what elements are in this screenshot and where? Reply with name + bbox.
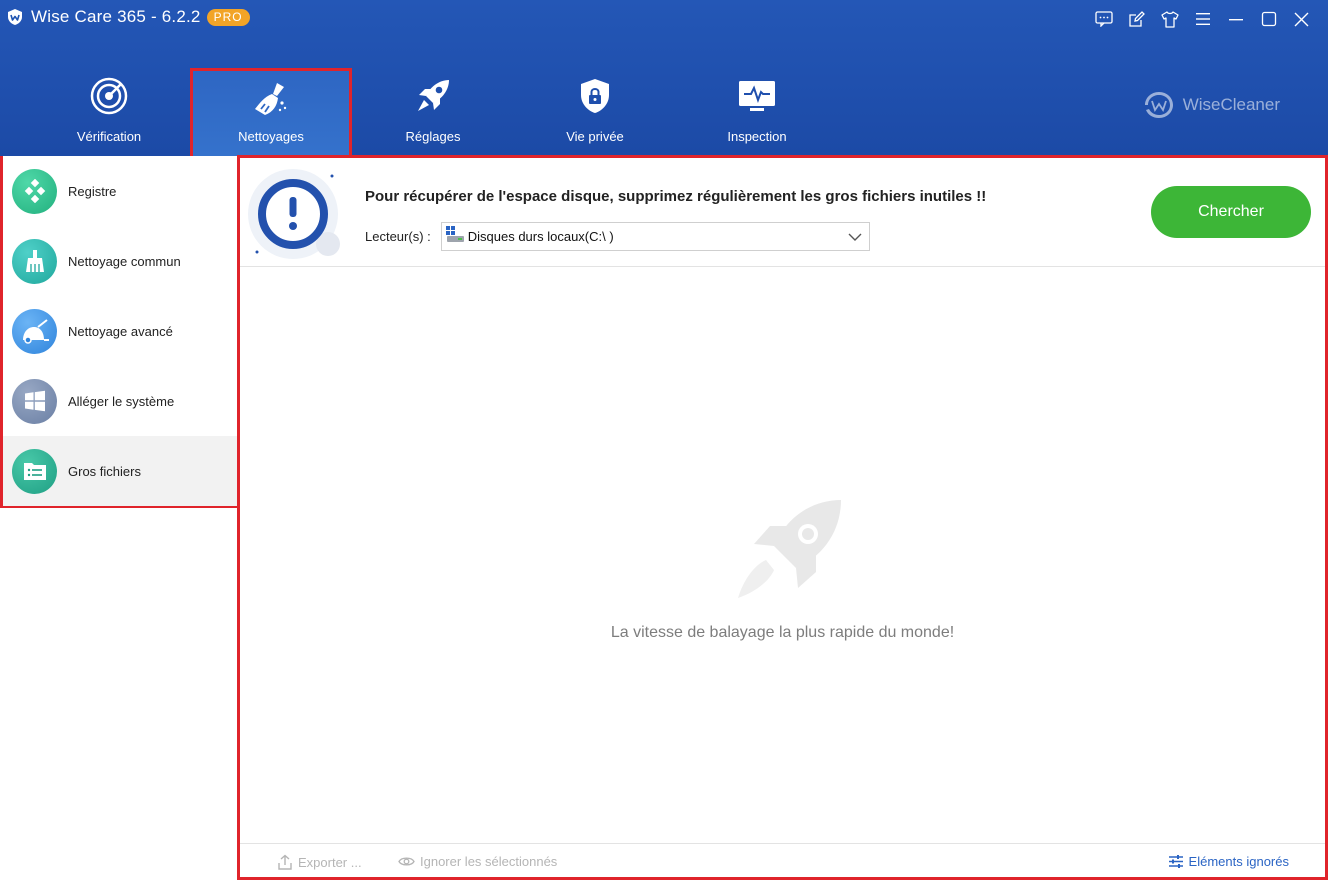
info-bar: Pour récupérer de l'espace disque, suppr… xyxy=(240,158,1325,267)
close-icon[interactable] xyxy=(1285,8,1318,30)
tab-vie-privee[interactable]: Vie privée xyxy=(514,68,676,156)
registry-icon xyxy=(12,168,57,214)
sidebar-item-label: Gros fichiers xyxy=(68,463,141,479)
drive-row: Lecteur(s) : Disques durs locaux(C:\ ) xyxy=(365,222,870,251)
shield-lock-icon xyxy=(575,74,615,118)
tab-label: Inspection xyxy=(727,129,787,144)
tab-label: Réglages xyxy=(405,129,461,144)
chevron-down-icon xyxy=(847,230,863,249)
warning-icon xyxy=(246,166,346,262)
feedback-icon[interactable] xyxy=(1087,8,1120,30)
broom-icon xyxy=(251,77,291,121)
sidebar-item-alleger-systeme[interactable]: Alléger le système xyxy=(3,366,237,436)
tab-reglages[interactable]: Réglages xyxy=(352,68,514,156)
wisecleaner-logo-icon xyxy=(1144,92,1173,118)
sidebar-item-label: Alléger le système xyxy=(68,393,175,409)
tab-inspection[interactable]: Inspection xyxy=(676,68,838,156)
wisecleaner-brand: WiseCleaner xyxy=(1143,90,1280,120)
sidebar: Registre Nettoyage commun Nettoyage avan… xyxy=(0,156,240,508)
sidebar-item-nettoyage-commun[interactable]: Nettoyage commun xyxy=(3,226,237,296)
info-message: Pour récupérer de l'espace disque, suppr… xyxy=(365,188,987,205)
minimize-icon[interactable] xyxy=(1219,8,1252,30)
edit-icon[interactable] xyxy=(1120,8,1153,30)
sidebar-item-gros-fichiers[interactable]: Gros fichiers xyxy=(3,436,237,506)
brand-name: WiseCleaner xyxy=(1182,95,1280,114)
vacuum-icon xyxy=(12,308,57,354)
tab-label: Vie privée xyxy=(566,129,624,144)
tab-label: Nettoyages xyxy=(238,129,304,144)
export-button[interactable]: Exporter ... xyxy=(277,854,362,870)
maximize-icon[interactable] xyxy=(1252,8,1285,30)
main-panel: Pour récupérer de l'espace disque, suppr… xyxy=(237,155,1328,880)
skin-tshirt-icon[interactable] xyxy=(1153,8,1186,30)
bottom-toolbar: Exporter ... Ignorer les sélectionnés El… xyxy=(240,843,1325,880)
sliders-icon xyxy=(1168,854,1184,869)
ignored-items-button[interactable]: Eléments ignorés xyxy=(1168,854,1289,869)
radar-icon xyxy=(89,74,129,118)
rocket-placeholder-icon xyxy=(726,498,846,618)
empty-state-message: La vitesse de balayage la plus rapide du… xyxy=(610,624,955,641)
file-list-icon xyxy=(12,448,57,494)
pro-badge: PRO xyxy=(206,8,250,26)
tab-nettoyages[interactable]: Nettoyages xyxy=(190,68,352,156)
tab-label: Vérification xyxy=(76,129,142,144)
export-icon xyxy=(277,854,293,870)
app-title: Wise Care 365 - 6.2.2 xyxy=(31,7,201,26)
drive-label: Lecteur(s) : xyxy=(365,229,431,244)
search-button[interactable]: Chercher xyxy=(1151,186,1311,238)
app-header: Wise Care 365 - 6.2.2 PRO Vérification N… xyxy=(0,0,1328,156)
drive-value: Disques durs locaux(C:\ ) xyxy=(467,229,614,244)
title-bar: Wise Care 365 - 6.2.2 PRO xyxy=(6,5,250,29)
drive-dropdown[interactable]: Disques durs locaux(C:\ ) xyxy=(440,222,870,251)
eye-icon xyxy=(398,855,415,868)
rocket-icon xyxy=(413,74,453,118)
ignore-selected-label: Ignorer les sélectionnés xyxy=(420,854,558,869)
drive-icon xyxy=(445,225,465,248)
sidebar-item-label: Nettoyage avancé xyxy=(68,323,173,339)
sidebar-item-registre[interactable]: Registre xyxy=(3,156,237,226)
broom-icon xyxy=(12,238,57,284)
menu-icon[interactable] xyxy=(1186,8,1219,30)
windows-icon xyxy=(12,378,57,424)
wise-care-logo-icon xyxy=(6,8,24,26)
monitor-pulse-icon xyxy=(737,74,777,118)
sidebar-item-label: Nettoyage commun xyxy=(68,253,181,269)
window-controls xyxy=(1087,8,1318,30)
sidebar-item-label: Registre xyxy=(68,183,117,199)
tab-verification[interactable]: Vérification xyxy=(28,68,190,156)
sidebar-item-nettoyage-avance[interactable]: Nettoyage avancé xyxy=(3,296,237,366)
export-label: Exporter ... xyxy=(298,854,362,870)
ignored-items-label: Eléments ignorés xyxy=(1188,854,1289,869)
ignore-selected-button[interactable]: Ignorer les sélectionnés xyxy=(398,854,557,869)
main-nav: Vérification Nettoyages Réglages Vie pri… xyxy=(28,68,838,156)
